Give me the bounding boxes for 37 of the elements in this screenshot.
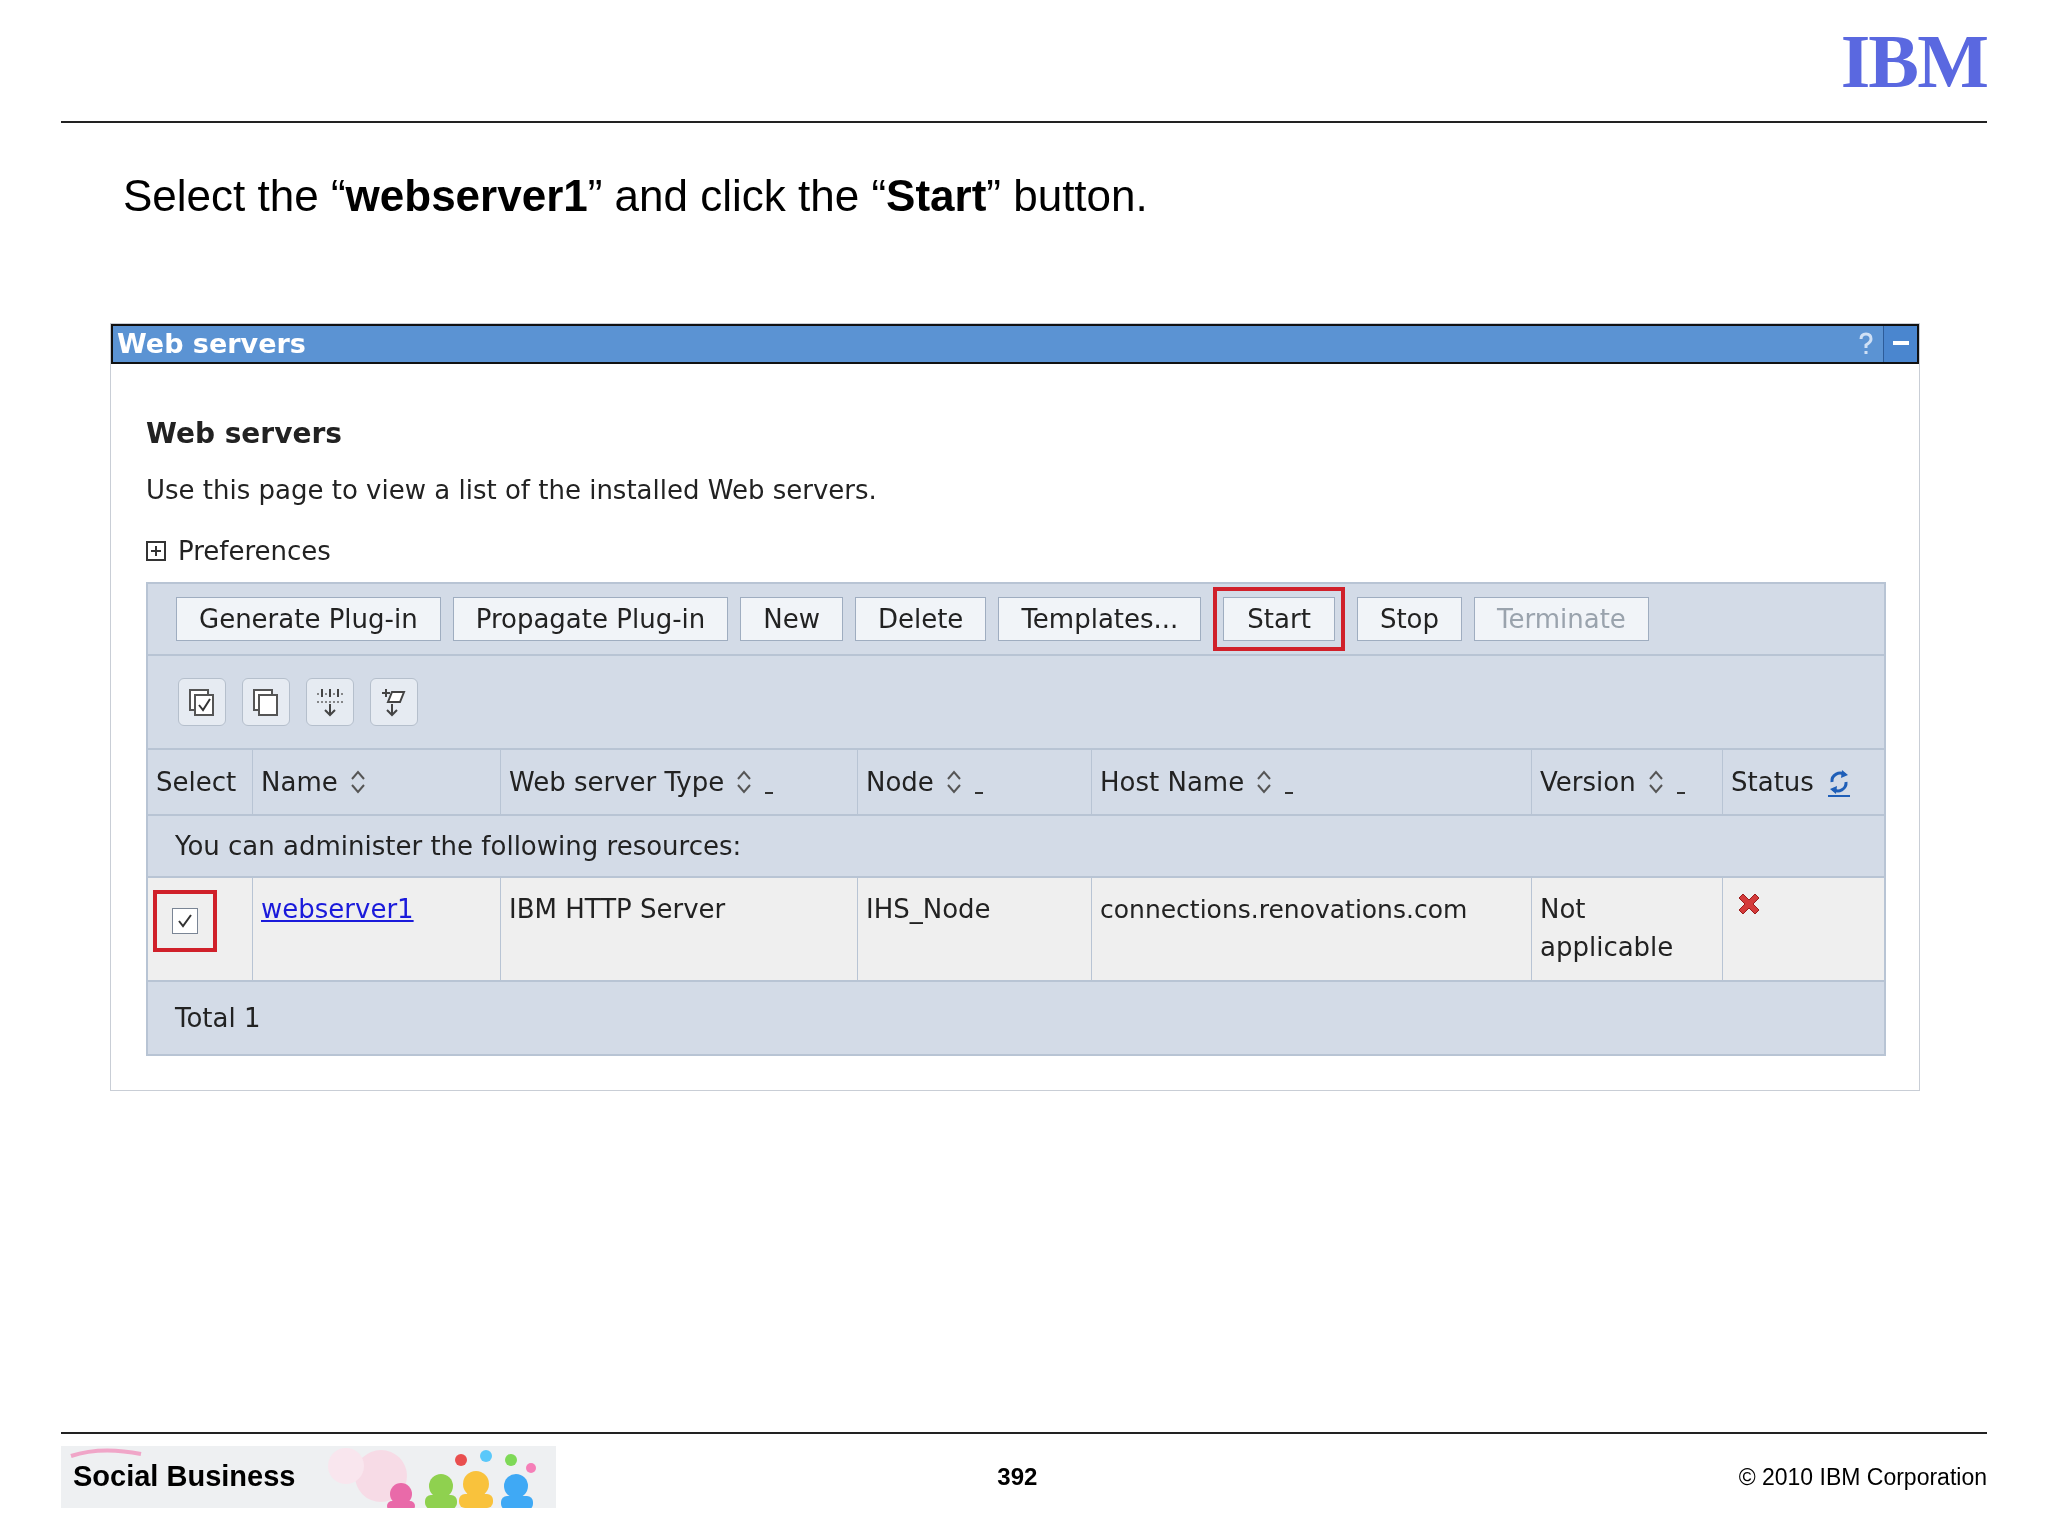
- logo: IBM: [1840, 22, 1987, 99]
- row-checkbox[interactable]: [172, 908, 198, 934]
- table-cell: IBM HTTP Server: [509, 894, 726, 924]
- toolbar-button[interactable]: Start: [1213, 587, 1345, 651]
- expand-icon[interactable]: [146, 541, 166, 561]
- toolbar-button[interactable]: Stop: [1356, 597, 1462, 641]
- table-cell: IHS_Node: [866, 894, 991, 924]
- toolbar-button[interactable]: New: [740, 597, 843, 641]
- table-cell-text: Not applicable: [1540, 893, 1675, 964]
- brand-label: Social Business: [73, 1459, 296, 1495]
- copyright-text: © 2010 IBM Corporation: [1738, 1462, 1987, 1492]
- panel-title: Web servers: [116, 326, 306, 361]
- table-cell: connections.renovations.com: [1100, 895, 1468, 924]
- page-heading: Web servers: [146, 416, 343, 452]
- toolbar-button[interactable]: Templates...: [998, 597, 1202, 641]
- page-number: 392: [997, 1462, 1038, 1492]
- instruction-text: Select the “webserver1” and click the “Start” button.: [123, 171, 1148, 220]
- column-header: Host Name: [1100, 765, 1245, 799]
- total-count: Total 1: [175, 1001, 261, 1035]
- toolbar-button[interactable]: Generate Plug-in: [176, 597, 441, 641]
- server-link[interactable]: webserver1: [261, 894, 414, 924]
- column-header: Web server Type: [509, 765, 725, 799]
- column-header: Select: [156, 765, 237, 799]
- check-icon: [176, 912, 194, 930]
- page-description: Use this page to view a list of the installed Web servers.: [146, 473, 878, 507]
- column-header: Status: [1731, 765, 1814, 799]
- select-all-icon[interactable]: [178, 678, 226, 726]
- minimize-icon[interactable]: [1883, 326, 1917, 362]
- deselect-all-icon[interactable]: [242, 678, 290, 726]
- resources-message: You can administer the following resources:: [175, 829, 742, 863]
- column-header: Name: [261, 765, 338, 799]
- preferences-label[interactable]: Preferences: [178, 531, 331, 571]
- column-header: Version: [1540, 765, 1636, 799]
- toolbar-button[interactable]: Propagate Plug-in: [452, 597, 729, 641]
- toolbar-button[interactable]: Delete: [854, 597, 987, 641]
- column-header: Node: [866, 765, 934, 799]
- expand-icon[interactable]: [306, 678, 354, 726]
